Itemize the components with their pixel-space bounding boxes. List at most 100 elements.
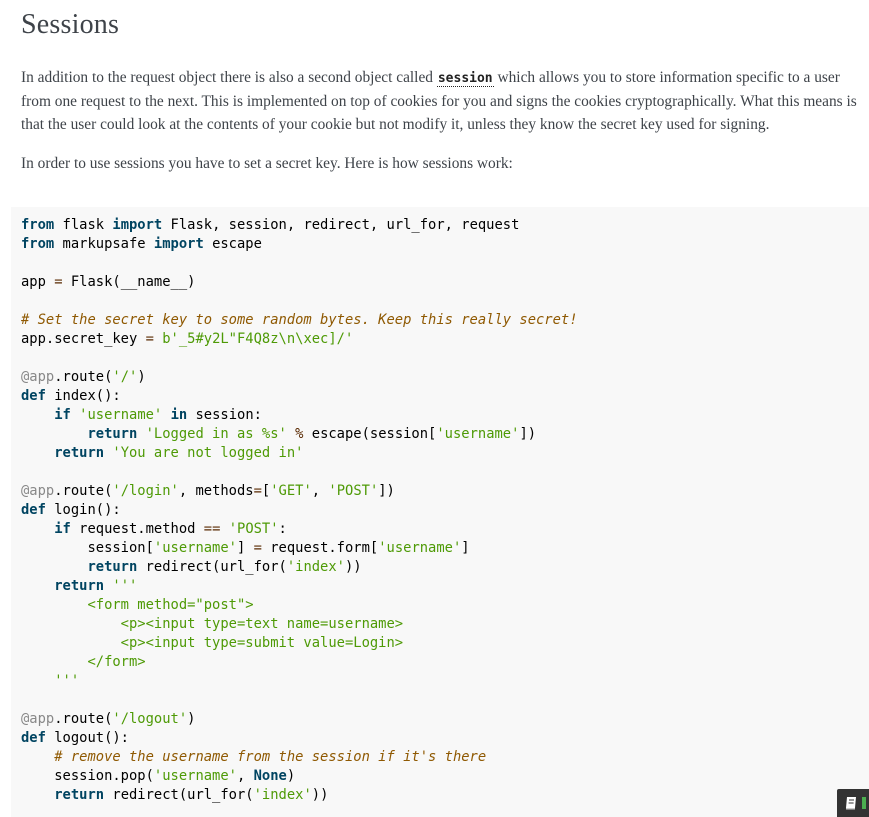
code-token: 'GET' — [270, 483, 312, 499]
code-token: @app — [21, 711, 55, 727]
code-token: 'POST' — [328, 483, 379, 499]
code-line: @app.route('/login', methods=['GET', 'PO… — [21, 482, 869, 501]
code-token: session: — [187, 407, 262, 423]
code-line: def logout(): — [21, 729, 869, 748]
code-line: if request.method == 'POST': — [21, 520, 869, 539]
code-token: if — [54, 521, 71, 537]
code-line: def login(): — [21, 501, 869, 520]
code-token: = — [253, 483, 262, 499]
code-token: ''' — [21, 673, 80, 689]
code-token: Flask(__name__) — [62, 274, 196, 290]
book-icon — [846, 797, 856, 810]
code-token: ]) — [378, 483, 395, 499]
code-token: def — [21, 502, 46, 518]
code-token: 'username' — [436, 426, 520, 442]
code-token: return — [87, 559, 138, 575]
code-line: # Set the secret key to some random byte… — [21, 311, 869, 330]
code-token: .route( — [54, 711, 113, 727]
code-token: app — [21, 274, 55, 290]
code-line: @app.route('/') — [21, 368, 869, 387]
code-token: request.form[ — [261, 540, 379, 556]
secret-key-paragraph: In order to use sessions you have to set… — [21, 155, 513, 172]
code-token: redirect(url_for( — [104, 787, 254, 803]
code-token: return — [54, 578, 105, 594]
code-line: <p><input type=submit value=Login> — [21, 634, 869, 653]
code-token: </form> — [21, 654, 146, 670]
code-token: .route( — [54, 369, 113, 385]
code-line: if 'username' in session: — [21, 406, 869, 425]
code-token: <p><input type=text name=username> — [21, 616, 404, 632]
code-token: Flask, session, redirect, url_for, reque… — [162, 217, 520, 233]
code-token: from — [21, 236, 55, 252]
code-token: import — [153, 236, 204, 252]
code-token: = — [145, 331, 154, 347]
code-token: app.secret_key — [21, 331, 146, 347]
code-token: # remove the username from the session i… — [54, 749, 487, 765]
code-line: <form method="post"> — [21, 596, 869, 615]
code-token: 'username' — [153, 540, 237, 556]
book-badge[interactable] — [837, 789, 869, 817]
code-token: b'_5#y2L"F4Q8z\n\xec]/' — [162, 331, 354, 347]
session-code-reference[interactable]: session — [436, 71, 494, 87]
code-token: session[ — [21, 540, 154, 556]
code-token: , — [311, 483, 329, 499]
code-token: 'username' — [79, 407, 163, 423]
main-content: Sessions In addition to the request obje… — [21, 0, 869, 175]
code-token: # Set the secret key to some random byte… — [21, 312, 578, 328]
code-token: markupsafe — [54, 236, 154, 252]
code-token: redirect(url_for( — [137, 559, 287, 575]
code-token: ''' — [112, 578, 138, 594]
code-listing: from flask import Flask, session, redire… — [11, 207, 869, 805]
code-line: return redirect(url_for('index')) — [21, 558, 869, 577]
code-token: 'You are not logged in' — [112, 445, 304, 461]
code-token: escape — [203, 236, 262, 252]
code-token: 'username' — [378, 540, 462, 556]
code-token: return — [87, 426, 138, 442]
code-line: def index(): — [21, 387, 869, 406]
code-example: from flask import Flask, session, redire… — [11, 207, 869, 817]
code-token: 'username' — [153, 768, 237, 784]
code-line: app.secret_key = b'_5#y2L"F4Q8z\n\xec]/' — [21, 330, 869, 349]
code-token: 'POST' — [228, 521, 279, 537]
code-token: import — [112, 217, 163, 233]
code-token: <p><input type=submit value=Login> — [21, 635, 404, 651]
code-token: : — [278, 521, 287, 537]
code-token: in — [170, 407, 188, 423]
code-token: def — [21, 730, 46, 746]
code-line: ''' — [21, 672, 869, 691]
code-token: [ — [261, 483, 271, 499]
code-token: ) — [137, 369, 146, 385]
code-token: == — [203, 521, 221, 537]
code-token: = — [253, 540, 262, 556]
code-line: @app.route('/logout') — [21, 710, 869, 729]
code-token: = — [54, 274, 63, 290]
code-token: )) — [311, 787, 329, 803]
code-line: session['username'] = request.form['user… — [21, 539, 869, 558]
code-token: '/' — [112, 369, 138, 385]
code-token: ] — [461, 540, 470, 556]
code-token: .route( — [54, 483, 113, 499]
code-token: , methods — [178, 483, 254, 499]
code-line: from flask import Flask, session, redire… — [21, 216, 869, 235]
code-token: return — [54, 787, 105, 803]
code-line: return ''' — [21, 577, 869, 596]
code-token: '/login' — [112, 483, 179, 499]
code-token: , — [236, 768, 254, 784]
code-line: from markupsafe import escape — [21, 235, 869, 254]
code-token: 'Logged in as %s' — [145, 426, 287, 442]
code-token: )) — [344, 559, 362, 575]
code-token: @app — [21, 483, 55, 499]
code-line: return 'You are not logged in' — [21, 444, 869, 463]
